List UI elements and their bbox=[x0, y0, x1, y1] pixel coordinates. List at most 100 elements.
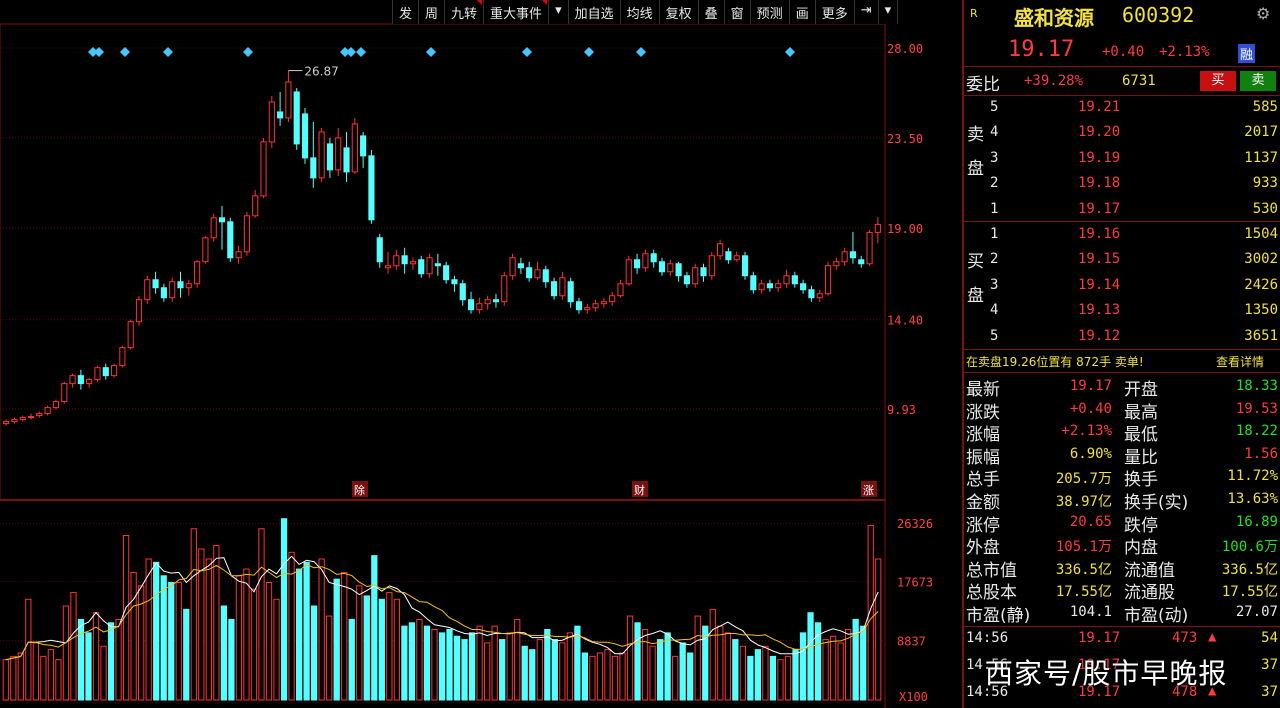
buys-row[interactable]: 4 19.13 1350 bbox=[964, 299, 1280, 321]
toolbar-item-11[interactable]: 画 bbox=[790, 0, 816, 24]
volume-unit-label: X100 bbox=[899, 690, 928, 704]
volume-bar bbox=[431, 629, 438, 701]
buys-price: 19.16 bbox=[1078, 226, 1121, 242]
stat-label: 流通值 bbox=[1124, 560, 1175, 581]
tick-time: 14:56 bbox=[966, 630, 1009, 646]
toolbar-item-6[interactable]: 均线 bbox=[621, 0, 660, 24]
toolbar-item-5[interactable]: 加自选 bbox=[569, 0, 621, 24]
toolbar-item-8[interactable]: 叠 bbox=[699, 0, 725, 24]
tick-count: 54 bbox=[1261, 630, 1278, 646]
stat-value: +0.40 bbox=[1069, 400, 1112, 417]
candle-body bbox=[683, 275, 690, 285]
stat-label: 涨幅 bbox=[966, 425, 1000, 446]
buys-row[interactable]: 2 19.15 3002 bbox=[964, 248, 1280, 270]
candle-body bbox=[501, 275, 508, 303]
candle-body bbox=[285, 81, 292, 119]
volume-bar bbox=[641, 629, 649, 701]
sells-row[interactable]: 5 19.21 585 bbox=[964, 96, 1280, 118]
candle-body bbox=[119, 347, 126, 367]
candle-body bbox=[376, 237, 383, 263]
volume-bar bbox=[235, 575, 243, 701]
toolbar-item-9[interactable]: 窗 bbox=[725, 0, 751, 24]
stat-label: 最高 bbox=[1124, 402, 1158, 423]
kline-chart[interactable]: 28.00 23.50 19.00 14.40 9.93 26326 17673 8837 X1… bbox=[0, 0, 962, 708]
notice-detail-link[interactable]: 查看详情 bbox=[1216, 353, 1264, 370]
settings-gear-icon[interactable]: ⚙ bbox=[1256, 4, 1270, 23]
candle-body bbox=[318, 131, 325, 179]
candle-body bbox=[617, 283, 624, 297]
buys-side-label-2: 盘 bbox=[967, 286, 984, 306]
candle-body bbox=[559, 277, 566, 297]
volume-bar bbox=[228, 618, 235, 701]
buys-row[interactable]: 5 19.12 3651 bbox=[964, 325, 1280, 347]
toolbar-item-14[interactable]: ▾ bbox=[879, 0, 899, 24]
up-arrow-icon: ▲ bbox=[1208, 629, 1217, 645]
wb-vol: 6731 bbox=[1122, 73, 1156, 89]
buys-row[interactable]: 1 19.16 1504 bbox=[964, 223, 1280, 245]
candle-body bbox=[658, 261, 666, 273]
stat-value: 17.55亿 bbox=[1221, 584, 1278, 601]
toolbar-item-10[interactable]: 预测 bbox=[751, 0, 790, 24]
candle-body bbox=[252, 195, 259, 217]
order-notice: 在卖盘19.26位置有 872手 卖单! bbox=[966, 355, 1144, 369]
tick-price: 19.17 bbox=[1078, 630, 1121, 646]
volume-bar bbox=[566, 632, 573, 701]
volume-bar bbox=[265, 582, 273, 701]
volume-bar bbox=[145, 558, 152, 701]
buys-level: 1 bbox=[990, 226, 999, 242]
candle-body bbox=[335, 137, 342, 171]
volume-bar bbox=[258, 528, 265, 701]
volume-bar bbox=[318, 558, 325, 701]
toolbar-item-4[interactable]: ▾ bbox=[549, 0, 569, 24]
volume-bar bbox=[852, 618, 859, 701]
buys-level: 3 bbox=[990, 276, 999, 293]
candle-body bbox=[467, 299, 475, 311]
toolbar-item-7[interactable]: 复权 bbox=[660, 0, 699, 24]
buys-row[interactable]: 3 19.14 2426 bbox=[964, 274, 1280, 296]
volume-bar bbox=[85, 632, 92, 701]
toolbar-item-13[interactable]: ⇥ bbox=[855, 0, 879, 24]
candle-body bbox=[567, 281, 574, 303]
tick-count: 37 bbox=[1261, 684, 1278, 700]
toolbar-item-1[interactable]: 周 bbox=[419, 0, 446, 24]
toolbar-item-2[interactable]: 九转 bbox=[445, 0, 485, 24]
divider bbox=[964, 626, 1280, 627]
volume-bar bbox=[732, 639, 739, 701]
candle-body bbox=[301, 113, 309, 159]
stat-label: 流通股 bbox=[1124, 583, 1175, 604]
volume-bar bbox=[213, 545, 220, 701]
candle-body bbox=[368, 155, 375, 221]
candle-body bbox=[401, 255, 408, 265]
toolbar-item-0[interactable]: 发 bbox=[393, 0, 420, 24]
sell-button[interactable]: 卖 bbox=[1240, 71, 1276, 91]
volume-bar bbox=[115, 618, 122, 701]
sells-volume: 1137 bbox=[1244, 149, 1278, 166]
toolbar-item-3[interactable]: 重大事件 bbox=[484, 0, 550, 24]
buys-side-label: 买盘 bbox=[967, 245, 987, 313]
volume-tick-label: 26326 bbox=[897, 517, 933, 531]
volume-bar bbox=[807, 612, 814, 701]
buy-button[interactable]: 买 bbox=[1200, 71, 1236, 91]
sells-row[interactable]: 2 19.18 933 bbox=[964, 172, 1280, 194]
candle-body bbox=[27, 416, 35, 419]
buys-volume: 2426 bbox=[1244, 276, 1278, 293]
sells-row[interactable]: 3 19.19 1137 bbox=[964, 147, 1280, 169]
stat-value: 13.63% bbox=[1227, 491, 1278, 507]
sells-row[interactable]: 1 19.17 530 bbox=[964, 198, 1280, 220]
volume-bar bbox=[476, 625, 483, 701]
divider bbox=[964, 349, 1280, 350]
sells-row[interactable]: 4 19.20 2017 bbox=[964, 121, 1280, 143]
stock-name: 盛和资源 bbox=[1014, 6, 1094, 30]
volume-bar bbox=[604, 649, 611, 701]
buys-level: 5 bbox=[990, 327, 999, 344]
stat-value: +2.13% bbox=[1061, 423, 1112, 440]
volume-bar bbox=[672, 655, 679, 701]
volume-bar bbox=[416, 618, 423, 701]
volume-bar bbox=[77, 618, 85, 701]
kline-frame bbox=[0, 23, 886, 501]
kline-chart-area[interactable]: 28.00 23.50 19.00 14.40 9.93 26326 17673 8837 X1… bbox=[0, 0, 962, 708]
divider bbox=[964, 372, 1280, 373]
volume-bar bbox=[356, 585, 363, 701]
buys-price: 19.14 bbox=[1078, 276, 1121, 293]
toolbar-item-12[interactable]: 更多 bbox=[816, 0, 855, 24]
